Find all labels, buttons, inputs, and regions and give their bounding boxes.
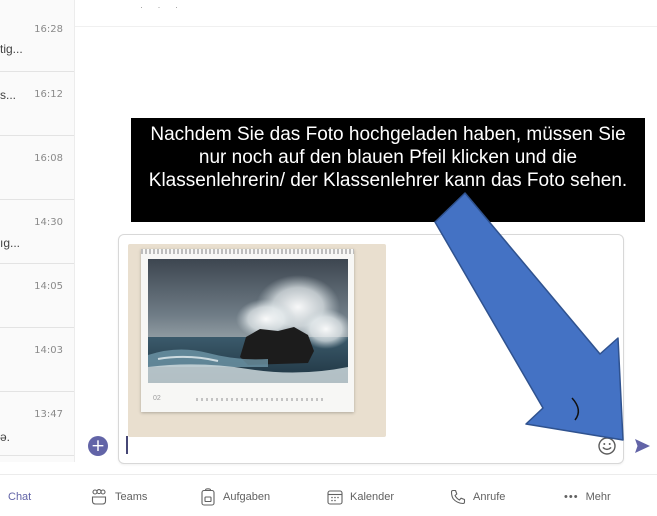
chat-list: 16:28 tig... 16:12 s... 16:08 14:30 ıg..…: [0, 0, 75, 462]
calendar-spiral: [141, 249, 354, 254]
chat-time: 16:12: [34, 89, 63, 100]
emoji-button[interactable]: [597, 436, 617, 456]
tab-mehr[interactable]: ••• Mehr: [564, 488, 611, 506]
phone-icon: [450, 489, 466, 505]
send-arrow-icon: [635, 439, 650, 453]
tab-label: Chat: [8, 491, 32, 503]
chat-snippet: ə.: [0, 430, 11, 444]
tab-kalender[interactable]: Kalender: [327, 488, 394, 506]
tab-label: Anrufe: [473, 491, 506, 503]
tab-label: Mehr: [585, 491, 611, 503]
header-divider: [75, 26, 657, 27]
plus-icon: +: [90, 436, 106, 456]
more-dots-icon: •••: [564, 491, 579, 503]
smiley-icon: [598, 437, 616, 455]
chat-list-item[interactable]: 16:12 s...: [0, 72, 74, 136]
chat-time: 14:05: [34, 281, 63, 292]
chat-list-item[interactable]: 16:28 tig...: [0, 0, 74, 72]
tab-chat[interactable]: Chat: [8, 488, 31, 506]
chat-list-item[interactable]: 16:08: [0, 136, 74, 200]
chat-snippet: ıg...: [0, 236, 21, 250]
header-dots: · · ·: [140, 2, 184, 12]
chat-list-item[interactable]: 14:30 ıg...: [0, 200, 74, 264]
tab-teams[interactable]: Teams: [90, 488, 147, 506]
tab-label: Teams: [115, 491, 148, 503]
calendar-days-strip: [196, 398, 326, 401]
calendar-month-label: 02: [153, 395, 161, 402]
chat-time: 14:03: [34, 345, 63, 356]
chat-time: 16:08: [34, 153, 63, 164]
text-cursor: [126, 436, 128, 454]
attached-photo[interactable]: 02: [128, 244, 386, 437]
chat-snippet: s...: [0, 88, 17, 102]
teams-icon: [91, 489, 107, 505]
chat-list-item[interactable]: 14:03: [0, 328, 74, 392]
tab-aufgaben[interactable]: Aufgaben: [200, 488, 270, 506]
chat-time: 14:30: [34, 217, 63, 228]
wave-picture: [148, 259, 348, 383]
send-button[interactable]: [632, 436, 652, 456]
calendar-icon: [327, 490, 343, 505]
calendar-photo: [148, 259, 348, 383]
chat-time: 16:28: [34, 24, 63, 35]
bottom-navigation: Chat Teams Aufgaben Kalender Anrufe ••• …: [0, 474, 657, 516]
photo-calendar: 02: [141, 249, 354, 412]
chat-list-item[interactable]: 14:05: [0, 264, 74, 328]
chat-list-item[interactable]: 13:47 ə.: [0, 392, 74, 456]
chat-time: 13:47: [34, 409, 63, 420]
instruction-annotation: Nachdem Sie das Foto hochgeladen haben, …: [131, 118, 645, 222]
chat-snippet: tig...: [0, 42, 23, 56]
tab-label: Kalender: [350, 491, 395, 503]
add-attachment-button[interactable]: +: [88, 436, 108, 456]
tab-anrufe[interactable]: Anrufe: [450, 488, 505, 506]
assignments-icon: [201, 488, 215, 506]
tab-label: Aufgaben: [223, 491, 271, 503]
